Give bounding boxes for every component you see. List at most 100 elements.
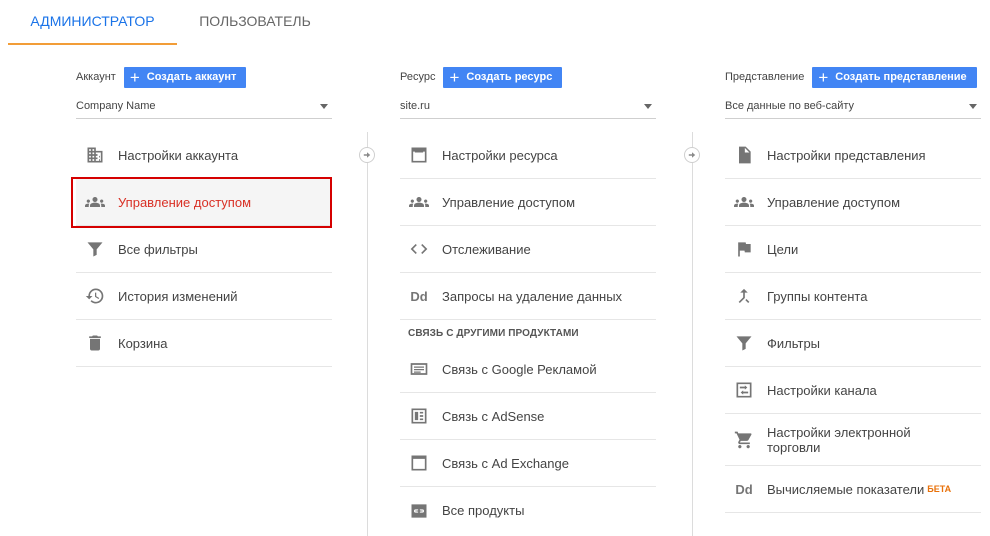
menu-item-label: Запросы на удаление данных xyxy=(442,288,623,304)
channel-icon xyxy=(733,379,755,401)
menu-item-label: Отслеживание xyxy=(442,241,531,257)
tab-admin[interactable]: АДМИНИСТРАТОР xyxy=(8,0,177,45)
property-deletion-requests-item[interactable]: Dd Запросы на удаление данных xyxy=(400,273,656,320)
merge-icon xyxy=(733,285,755,307)
dropdown-caret-icon xyxy=(320,104,328,109)
menu-item-label: Настройки электронной торговли xyxy=(767,424,911,455)
menu-item-label: Настройки ресурса xyxy=(442,147,558,163)
column-divider xyxy=(367,132,368,536)
flag-icon xyxy=(733,238,755,260)
menu-item-label: Связь с Ad Exchange xyxy=(442,455,569,471)
filter-icon xyxy=(84,238,106,260)
view-header: Представление + Создать представление xyxy=(725,65,977,89)
admin-content: Аккаунт + Создать аккаунт Company Name Н… xyxy=(8,45,990,536)
code-icon xyxy=(408,238,430,260)
view-calculated-metrics-item[interactable]: Dd Вычисляемые показатели БЕТА xyxy=(725,466,981,513)
menu-item-label: Связь с AdSense xyxy=(442,408,545,424)
building-icon xyxy=(84,144,106,166)
account-access-item[interactable]: Управление доступом xyxy=(71,177,332,228)
property-tracking-item[interactable]: Отслеживание xyxy=(400,226,656,273)
plus-icon: + xyxy=(818,67,829,87)
people-icon xyxy=(408,191,430,213)
adexchange-icon xyxy=(408,452,430,474)
menu-item-label: Управление доступом xyxy=(442,194,576,210)
account-settings-item[interactable]: Настройки аккаунта xyxy=(76,132,332,179)
menu-item-label: Управление доступом xyxy=(118,194,252,210)
view-select[interactable]: Все данные по веб-сайту xyxy=(725,95,981,119)
all-products-item[interactable]: Все продукты xyxy=(400,487,656,534)
property-select[interactable]: site.ru xyxy=(400,95,656,119)
menu-item-label: Связь с Google Рекламой xyxy=(442,361,597,377)
menu-item-label: Вычисляемые показатели xyxy=(767,481,925,497)
plus-icon: + xyxy=(449,67,460,87)
window-icon xyxy=(408,144,430,166)
create-view-button[interactable]: + Создать представление xyxy=(812,66,977,88)
create-property-label: Создать ресурс xyxy=(466,71,553,83)
view-select-value: Все данные по веб-сайту xyxy=(725,100,855,112)
plus-icon: + xyxy=(129,67,140,87)
property-label: Ресурс xyxy=(400,71,436,83)
ad-exchange-link-item[interactable]: Связь с Ad Exchange xyxy=(400,440,656,487)
menu-item-label: Группы контента xyxy=(767,288,868,304)
menu-item-label: Настройки представления xyxy=(767,147,926,163)
account-menu: Настройки аккаунта Управление доступом В… xyxy=(71,132,332,367)
adsense-icon xyxy=(408,405,430,427)
account-select-value: Company Name xyxy=(76,100,156,112)
menu-item-label: Цели xyxy=(767,241,799,257)
view-filters-item[interactable]: Фильтры xyxy=(725,320,981,367)
dropdown-caret-icon xyxy=(969,104,977,109)
adsense-link-item[interactable]: Связь с AdSense xyxy=(400,393,656,440)
account-header: Аккаунт + Создать аккаунт xyxy=(76,65,247,89)
create-view-label: Создать представление xyxy=(835,71,967,83)
menu-item-label: Все продукты xyxy=(442,503,525,518)
cart-icon xyxy=(733,429,755,451)
link-icon xyxy=(408,500,430,522)
linked-products-section-title: СВЯЗЬ С ДРУГИМИ ПРОДУКТАМИ xyxy=(408,327,579,339)
menu-item-label: Корзина xyxy=(118,335,168,351)
column-divider xyxy=(692,132,693,536)
dd-icon: Dd xyxy=(735,481,753,497)
create-account-label: Создать аккаунт xyxy=(146,71,237,83)
document-icon xyxy=(733,144,755,166)
people-icon xyxy=(84,191,106,213)
account-history-item[interactable]: История изменений xyxy=(76,273,332,320)
view-goals-item[interactable]: Цели xyxy=(725,226,981,273)
property-header: Ресурс + Создать ресурс xyxy=(400,65,563,89)
property-select-value: site.ru xyxy=(400,100,430,112)
create-account-button[interactable]: + Создать аккаунт xyxy=(123,66,247,88)
property-access-item[interactable]: Управление доступом xyxy=(400,179,656,226)
view-ecommerce-settings-item[interactable]: Настройки электронной торговли xyxy=(725,414,981,466)
menu-item-label: Все фильтры xyxy=(118,241,198,257)
menu-item-label: Фильтры xyxy=(767,335,821,351)
tab-user[interactable]: ПОЛЬЗОВАТЕЛЬ xyxy=(177,0,333,45)
view-menu: Настройки представления Управление досту… xyxy=(725,132,981,513)
view-settings-item[interactable]: Настройки представления xyxy=(725,132,981,179)
dropdown-caret-icon xyxy=(644,104,652,109)
dd-icon: Dd xyxy=(410,288,428,304)
account-trash-item[interactable]: Корзина xyxy=(76,320,332,367)
admin-panel: Аккаунт + Создать аккаунт Company Name Н… xyxy=(8,45,990,536)
trash-icon xyxy=(84,332,106,354)
menu-item-label: Настройки канала xyxy=(767,382,877,398)
tab-bar: АДМИНИСТРАТОР ПОЛЬЗОВАТЕЛЬ xyxy=(0,0,990,45)
arrow-right-icon xyxy=(359,147,375,163)
property-settings-item[interactable]: Настройки ресурса xyxy=(400,132,656,179)
view-label: Представление xyxy=(725,71,805,83)
view-access-item[interactable]: Управление доступом xyxy=(725,179,981,226)
view-channel-settings-item[interactable]: Настройки канала xyxy=(725,367,981,414)
beta-badge: БЕТА xyxy=(927,484,952,494)
people-icon xyxy=(733,191,755,213)
create-property-button[interactable]: + Создать ресурс xyxy=(443,66,563,88)
menu-item-label: История изменений xyxy=(118,288,238,304)
menu-item-label: Управление доступом xyxy=(767,194,901,210)
property-menu: Настройки ресурса Управление доступом От… xyxy=(400,132,656,534)
account-filters-item[interactable]: Все фильтры xyxy=(76,226,332,273)
ads-icon xyxy=(408,358,430,380)
google-ads-link-item[interactable]: Связь с Google Рекламой xyxy=(400,346,656,393)
history-icon xyxy=(84,285,106,307)
menu-item-label: Настройки аккаунта xyxy=(118,147,239,163)
account-label: Аккаунт xyxy=(76,71,116,83)
view-content-groups-item[interactable]: Группы контента xyxy=(725,273,981,320)
arrow-right-icon xyxy=(684,147,700,163)
account-select[interactable]: Company Name xyxy=(76,95,332,119)
